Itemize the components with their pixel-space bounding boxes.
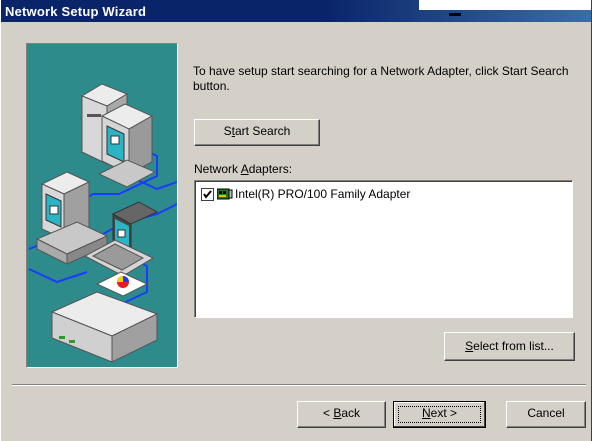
adapter-checkbox[interactable] — [201, 188, 214, 201]
adapter-name: Intel(R) PRO/100 Family Adapter — [235, 187, 411, 201]
network-illustration — [26, 43, 178, 368]
network-adapters-list[interactable]: Intel(R) PRO/100 Family Adapter — [194, 180, 573, 318]
window-title: Network Setup Wizard — [5, 4, 147, 19]
network-adapters-label: Network Adapters: — [194, 162, 293, 176]
title-bar[interactable]: Network Setup Wizard — [1, 0, 591, 22]
cancel-button[interactable]: Cancel — [506, 401, 586, 428]
back-button[interactable]: < Back — [297, 401, 386, 428]
checkmark-icon — [203, 190, 212, 199]
start-search-button[interactable]: Start Search — [194, 119, 320, 146]
focus-rect — [398, 406, 481, 423]
select-from-list-button[interactable]: Select from list... — [444, 332, 575, 361]
title-bar-mask — [419, 0, 591, 10]
next-button[interactable]: Next > — [393, 401, 486, 428]
footer-separator — [12, 384, 586, 386]
minimize-mark — [449, 13, 461, 16]
wizard-window: Network Setup Wizard To have setup start… — [0, 0, 592, 441]
network-card-icon — [217, 188, 233, 200]
network-computers-icon — [28, 83, 177, 363]
intro-text: To have setup start searching for a Netw… — [193, 64, 569, 93]
